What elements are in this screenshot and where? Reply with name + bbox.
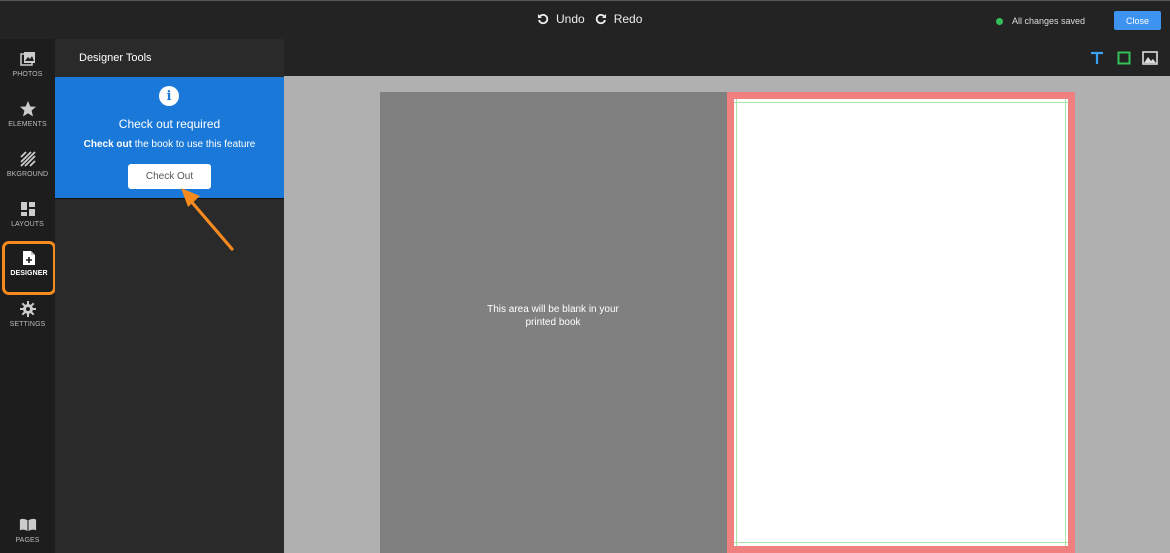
rail-label: BKGROUND bbox=[6, 171, 49, 178]
orange-arrow-annotation bbox=[181, 188, 234, 251]
safe-margin-line bbox=[736, 99, 737, 546]
rail-label: LAYOUTS bbox=[11, 221, 44, 228]
undo-label: Undo bbox=[556, 12, 585, 26]
book-icon bbox=[19, 516, 37, 534]
image-icon[interactable] bbox=[1142, 51, 1158, 65]
notice-heading: Check out required bbox=[118, 117, 221, 131]
safe-margin-line bbox=[734, 102, 1068, 103]
shape-icon[interactable] bbox=[1117, 51, 1131, 65]
right-page[interactable] bbox=[727, 92, 1075, 553]
info-icon: i bbox=[159, 86, 179, 106]
checkout-required-notice: i Check out required Check out the book … bbox=[55, 77, 284, 199]
left-icon-rail: PHOTOS ELEMENTS BKGROUND LAYOUTS DESIGNE… bbox=[0, 39, 56, 553]
designer-tools-panel: Designer Tools i Check out required Chec… bbox=[55, 39, 284, 553]
undo-button[interactable]: Undo bbox=[537, 12, 585, 26]
notice-sub-rest: the book to use this feature bbox=[131, 139, 256, 150]
rail-item-photos[interactable]: PHOTOS bbox=[0, 41, 55, 91]
panel-title: Designer Tools bbox=[79, 52, 152, 64]
rail-item-background[interactable]: BKGROUND bbox=[0, 141, 55, 191]
rail-item-elements[interactable]: ELEMENTS bbox=[0, 91, 55, 141]
background-icon bbox=[19, 150, 37, 168]
rail-item-designer[interactable]: DESIGNER bbox=[2, 241, 56, 295]
rail-item-pages[interactable]: PAGES bbox=[0, 507, 55, 553]
safe-margin-line bbox=[1065, 99, 1066, 546]
text-icon[interactable] bbox=[1090, 51, 1104, 65]
safe-margin-line bbox=[734, 542, 1068, 543]
rail-label: ELEMENTS bbox=[8, 121, 47, 128]
redo-label: Redo bbox=[613, 12, 643, 26]
undo-redo-group: Undo Redo bbox=[537, 12, 642, 26]
gear-icon bbox=[19, 300, 37, 318]
rail-label: PAGES bbox=[15, 537, 40, 544]
rail-label: PHOTOS bbox=[12, 71, 43, 78]
undo-icon bbox=[538, 13, 549, 25]
photos-icon bbox=[19, 50, 37, 68]
save-status-text: All changes saved bbox=[1012, 16, 1086, 26]
top-bar: Undo Redo All changes saved Close bbox=[0, 0, 1170, 39]
left-page-blank-area: This area will be blank in your printed … bbox=[380, 92, 727, 553]
blank-area-message: This area will be blank in your printed … bbox=[487, 304, 619, 328]
notice-subtext: Check out the book to use this feature bbox=[55, 139, 284, 150]
rail-item-layouts[interactable]: LAYOUTS bbox=[0, 191, 55, 241]
close-button[interactable]: Close bbox=[1114, 11, 1161, 30]
designer-icon bbox=[20, 249, 38, 267]
star-icon bbox=[19, 100, 37, 118]
save-status: All changes saved bbox=[996, 16, 1085, 26]
layouts-icon bbox=[19, 200, 37, 218]
redo-button[interactable]: Redo bbox=[595, 12, 643, 26]
canvas-toolbar bbox=[284, 39, 1170, 76]
rail-label: DESIGNER bbox=[10, 270, 48, 277]
rail-item-settings[interactable]: SETTINGS bbox=[0, 291, 55, 341]
book-canvas: This area will be blank in your printed … bbox=[284, 76, 1170, 553]
save-status-dot bbox=[996, 17, 1003, 25]
rail-label: SETTINGS bbox=[9, 321, 46, 328]
redo-icon bbox=[595, 13, 606, 25]
notice-sub-bold: Check out bbox=[83, 139, 132, 150]
